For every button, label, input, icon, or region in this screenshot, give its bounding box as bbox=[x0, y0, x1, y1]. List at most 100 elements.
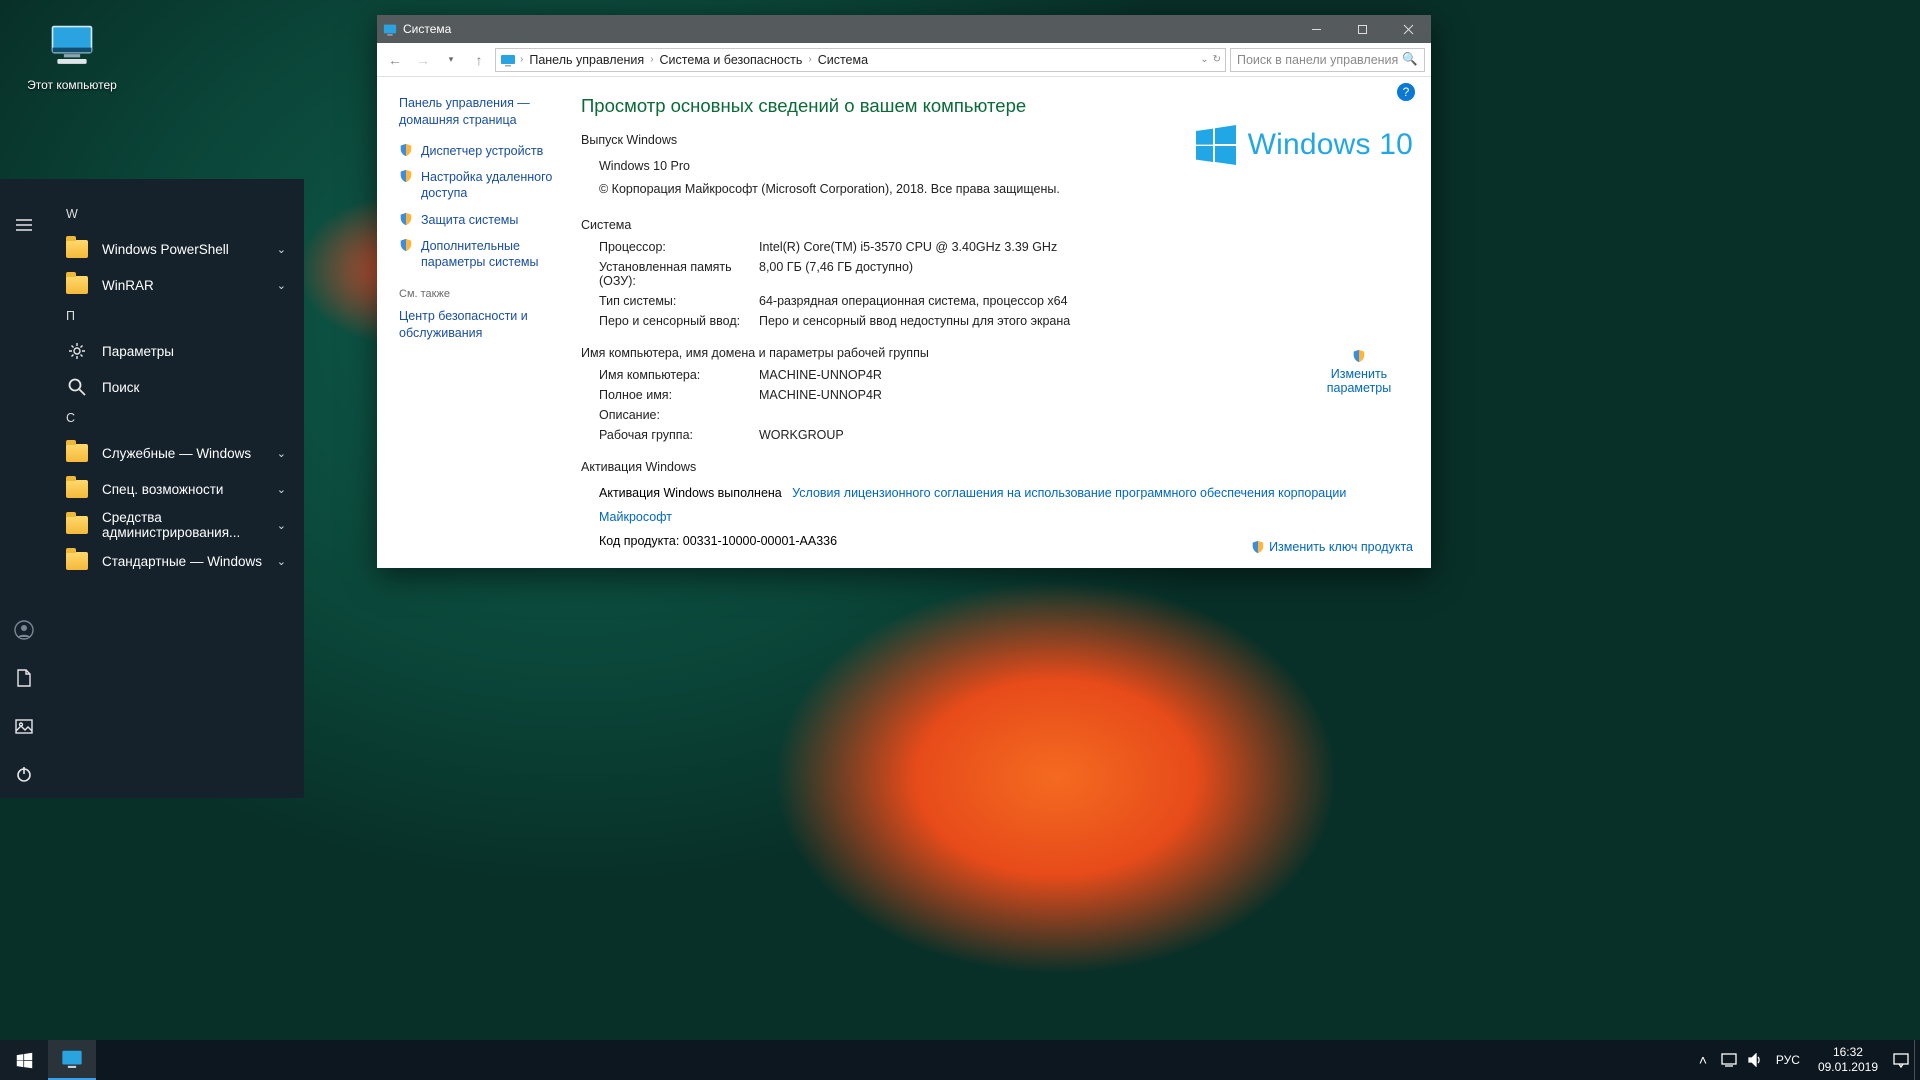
help-icon[interactable]: ? bbox=[1397, 83, 1415, 101]
show-desktop-button[interactable] bbox=[1914, 1040, 1920, 1080]
nav-device-manager[interactable]: Диспетчер устройств bbox=[399, 143, 559, 159]
shield-icon bbox=[399, 143, 413, 157]
letter-header[interactable]: С bbox=[48, 405, 304, 435]
folder-icon bbox=[66, 444, 88, 462]
user-account-button[interactable] bbox=[0, 606, 48, 654]
clock-time: 16:32 bbox=[1818, 1045, 1878, 1060]
clock-date: 09.01.2019 bbox=[1818, 1060, 1878, 1075]
section-system: Система bbox=[581, 218, 1411, 232]
taskbar-item-system[interactable] bbox=[48, 1040, 96, 1080]
chevron-down-icon: ⌄ bbox=[277, 243, 286, 256]
nav-home-link[interactable]: Панель управления — домашняя страница bbox=[399, 95, 559, 129]
systype-value: 64-разрядная операционная система, проце… bbox=[759, 294, 1411, 308]
fullname-label: Полное имя: bbox=[599, 388, 749, 402]
folder-icon bbox=[66, 480, 88, 498]
chevron-down-icon: ⌄ bbox=[277, 447, 286, 460]
nav-remote-settings[interactable]: Настройка удаленного доступа bbox=[399, 169, 559, 202]
minimize-button[interactable] bbox=[1293, 15, 1339, 43]
maximize-button[interactable] bbox=[1339, 15, 1385, 43]
letter-header[interactable]: W bbox=[48, 201, 304, 231]
chevron-down-icon: ⌄ bbox=[277, 519, 286, 532]
systype-label: Тип системы: bbox=[599, 294, 749, 308]
app-windows-powershell[interactable]: Windows PowerShell⌄ bbox=[48, 231, 304, 267]
search-icon bbox=[66, 376, 88, 398]
start-menu: W Windows PowerShell⌄ WinRAR⌄ П Параметр… bbox=[0, 179, 304, 798]
product-id-value: 00331-10000-00001-AA336 bbox=[683, 534, 837, 548]
windows-logo: Windows 10 bbox=[1194, 123, 1413, 167]
app-admin-tools[interactable]: Средства администрирования...⌄ bbox=[48, 507, 304, 543]
app-system-tools[interactable]: Служебные — Windows⌄ bbox=[48, 435, 304, 471]
desktop-icon-this-pc[interactable]: Этот компьютер bbox=[22, 20, 122, 92]
main-content-pane: ? Просмотр основных сведений о вашем ком… bbox=[581, 77, 1431, 568]
change-settings-link[interactable]: Изменить параметры bbox=[1319, 349, 1399, 395]
folder-icon bbox=[66, 516, 88, 534]
folder-icon bbox=[66, 240, 88, 258]
navigation-bar: ← → ▾ ↑ › Панель управления › Система и … bbox=[377, 43, 1431, 77]
section-activation: Активация Windows bbox=[581, 460, 1411, 474]
desktop-icon-label: Этот компьютер bbox=[22, 78, 122, 92]
back-button[interactable]: ← bbox=[383, 48, 407, 72]
chevron-down-icon: ⌄ bbox=[277, 483, 286, 496]
search-placeholder: Поиск в панели управления bbox=[1237, 53, 1398, 67]
app-winrar[interactable]: WinRAR⌄ bbox=[48, 267, 304, 303]
address-bar[interactable]: › Панель управления › Система и безопасн… bbox=[495, 48, 1226, 72]
search-icon: 🔍 bbox=[1402, 52, 1418, 67]
window-titlebar[interactable]: Система bbox=[377, 15, 1431, 43]
nav-advanced-settings[interactable]: Дополнительные параметры системы bbox=[399, 238, 559, 271]
documents-button[interactable] bbox=[0, 654, 48, 702]
start-button[interactable] bbox=[0, 1040, 48, 1080]
language-indicator[interactable]: РУС bbox=[1768, 1053, 1808, 1067]
breadcrumb[interactable]: Система и безопасность bbox=[658, 53, 805, 67]
shield-icon bbox=[1352, 349, 1366, 363]
workgroup-value: WORKGROUP bbox=[759, 428, 1411, 442]
shield-icon bbox=[1251, 540, 1265, 554]
power-button[interactable] bbox=[0, 750, 48, 798]
app-settings[interactable]: Параметры bbox=[48, 333, 304, 369]
refresh-icon[interactable]: ↻ bbox=[1213, 54, 1221, 65]
computer-icon bbox=[46, 20, 98, 72]
pen-label: Перо и сенсорный ввод: bbox=[599, 314, 749, 328]
pen-value: Перо и сенсорный ввод недоступны для это… bbox=[759, 314, 1411, 328]
search-input[interactable]: Поиск в панели управления 🔍 bbox=[1230, 48, 1425, 72]
letter-header[interactable]: П bbox=[48, 303, 304, 333]
recent-button[interactable]: ▾ bbox=[439, 48, 463, 72]
breadcrumb[interactable]: Панель управления bbox=[527, 53, 646, 67]
app-accessibility[interactable]: Спец. возможности⌄ bbox=[48, 471, 304, 507]
start-apps-list[interactable]: W Windows PowerShell⌄ WinRAR⌄ П Параметр… bbox=[48, 179, 304, 798]
nav-system-protection[interactable]: Защита системы bbox=[399, 212, 559, 228]
product-id-label: Код продукта: bbox=[599, 534, 683, 548]
change-product-key-link[interactable]: Изменить ключ продукта bbox=[1251, 540, 1413, 554]
shield-icon bbox=[399, 238, 413, 252]
app-accessories[interactable]: Стандартные — Windows⌄ bbox=[48, 543, 304, 579]
desc-label: Описание: bbox=[599, 408, 749, 422]
window-icon bbox=[377, 22, 403, 36]
network-icon[interactable] bbox=[1716, 1040, 1742, 1080]
forward-button[interactable]: → bbox=[411, 48, 435, 72]
start-rail bbox=[0, 179, 48, 798]
cpu-value: Intel(R) Core(TM) i5-3570 CPU @ 3.40GHz … bbox=[759, 240, 1411, 254]
gear-icon bbox=[66, 340, 88, 362]
fullname-value: MACHINE-UNNOP4R bbox=[759, 388, 1411, 402]
windows-icon bbox=[1194, 123, 1238, 167]
desc-value bbox=[759, 408, 1411, 422]
app-search[interactable]: Поиск bbox=[48, 369, 304, 405]
action-center-icon[interactable] bbox=[1888, 1040, 1914, 1080]
folder-icon bbox=[66, 276, 88, 294]
expand-button[interactable] bbox=[0, 201, 48, 249]
window-title: Система bbox=[403, 22, 451, 36]
address-dropdown-icon[interactable]: ⌄ bbox=[1200, 54, 1208, 65]
compname-value: MACHINE-UNNOP4R bbox=[759, 368, 1411, 382]
close-button[interactable] bbox=[1385, 15, 1431, 43]
workgroup-label: Рабочая группа: bbox=[599, 428, 749, 442]
taskbar[interactable]: ˄ РУС 16:32 09.01.2019 bbox=[0, 1040, 1920, 1080]
up-button[interactable]: ↑ bbox=[467, 48, 491, 72]
left-navigation-pane: Панель управления — домашняя страница Ди… bbox=[377, 77, 581, 568]
breadcrumb[interactable]: Система bbox=[816, 53, 870, 67]
volume-icon[interactable] bbox=[1742, 1040, 1768, 1080]
page-title: Просмотр основных сведений о вашем компь… bbox=[581, 95, 1411, 117]
taskbar-clock[interactable]: 16:32 09.01.2019 bbox=[1808, 1045, 1888, 1075]
ram-value: 8,00 ГБ (7,46 ГБ доступно) bbox=[759, 260, 1411, 288]
tray-overflow-icon[interactable]: ˄ bbox=[1690, 1040, 1716, 1080]
nav-security-center[interactable]: Центр безопасности и обслуживания bbox=[399, 308, 559, 342]
pictures-button[interactable] bbox=[0, 702, 48, 750]
